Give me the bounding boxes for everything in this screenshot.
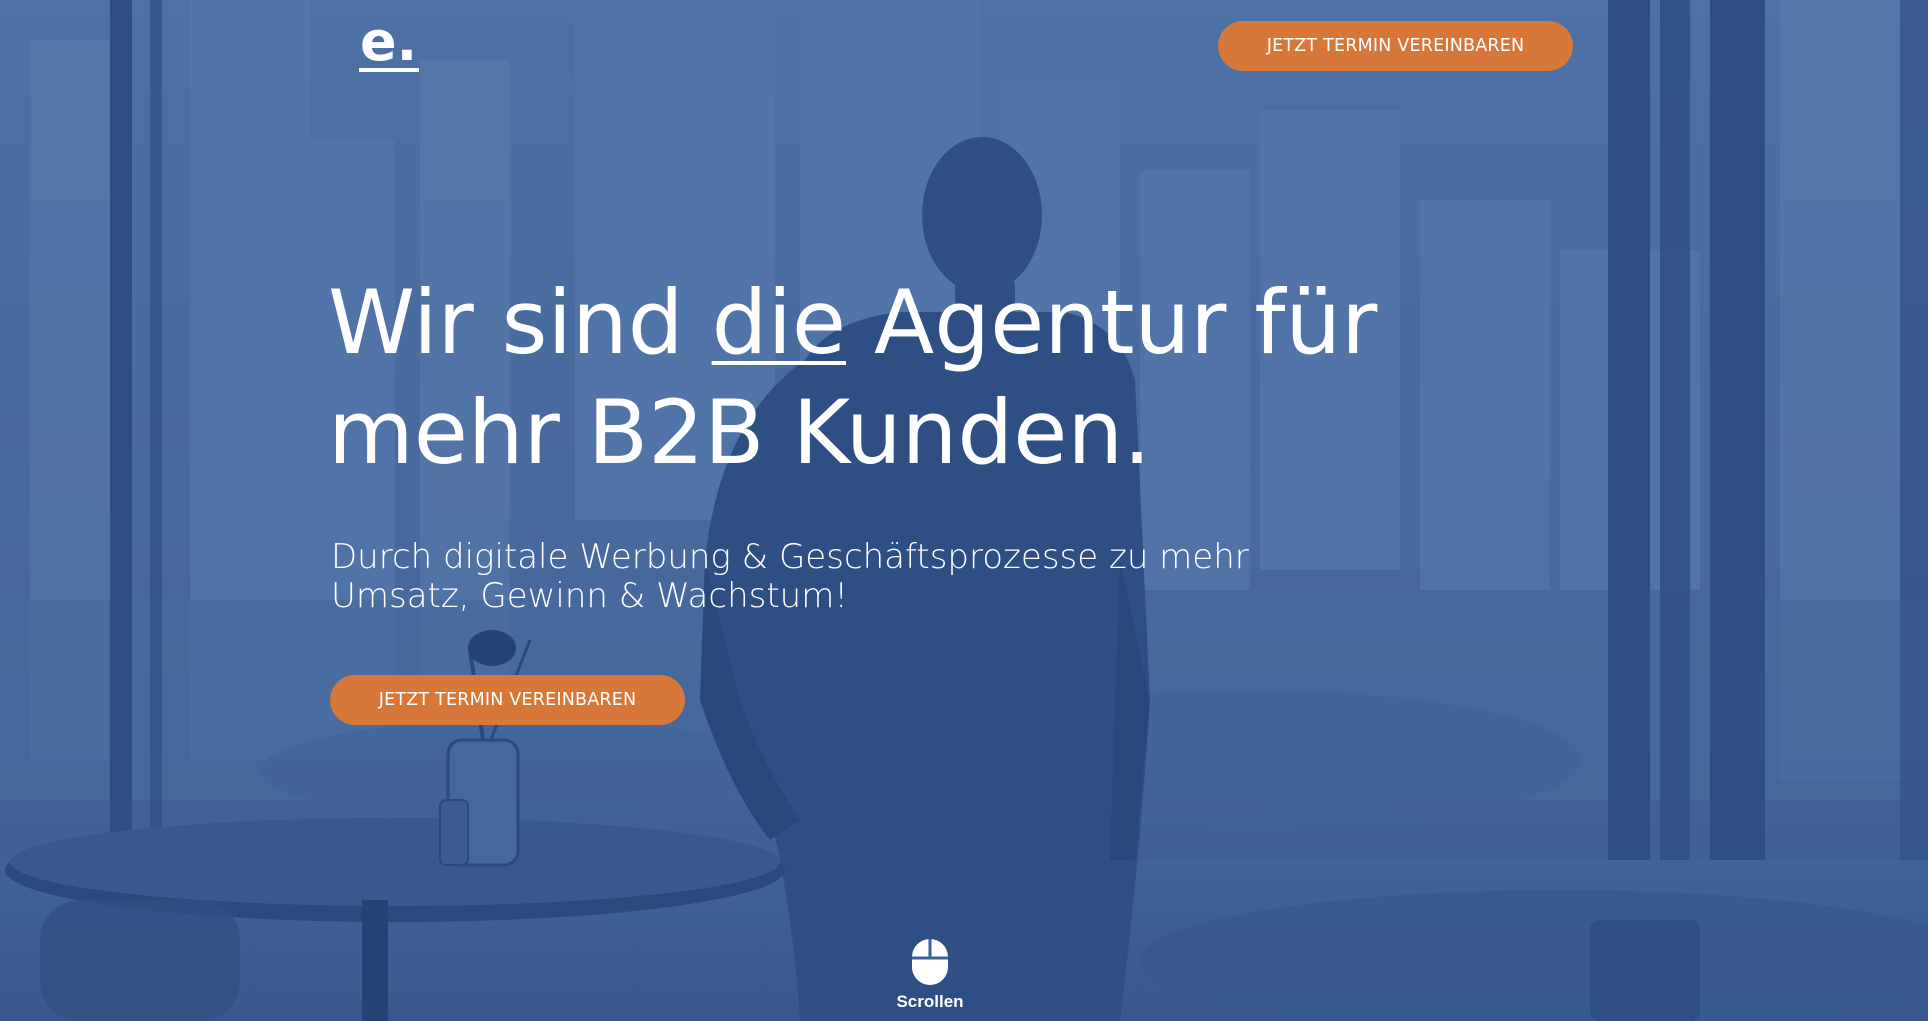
mouse-icon	[912, 939, 948, 985]
scroll-label: Scrollen	[896, 992, 964, 1011]
headline-line-2: mehr B2B Kunden.	[328, 381, 1152, 484]
brand-logo[interactable]: e.	[356, 10, 422, 76]
hero-appointment-button-label: JETZT TERMIN VEREINBAREN	[378, 690, 637, 710]
svg-text:e.: e.	[360, 12, 417, 73]
hero-section: e. JETZT TERMIN VEREINBAREN Wir sind die…	[0, 0, 1928, 1021]
scroll-indicator[interactable]: Scrollen	[884, 938, 976, 1018]
hero-background-image	[0, 0, 1928, 1021]
hero-subline: Durch digitale Werbung & Geschäftsprozes…	[331, 538, 1431, 616]
headline-part-1: Wir sind	[328, 271, 712, 374]
headline-underlined-word: die	[711, 271, 847, 374]
hero-appointment-button[interactable]: JETZT TERMIN VEREINBAREN	[330, 675, 685, 725]
hero-headline: Wir sind die Agentur für mehr B2B Kunden…	[328, 268, 1377, 488]
subline-line-2: Umsatz, Gewinn & Wachstum!	[331, 576, 848, 616]
header-appointment-button[interactable]: JETZT TERMIN VEREINBAREN	[1218, 21, 1573, 71]
brand-logo-mark: e.	[359, 10, 419, 73]
header-appointment-button-label: JETZT TERMIN VEREINBAREN	[1266, 36, 1525, 56]
subline-line-1: Durch digitale Werbung & Geschäftsprozes…	[331, 537, 1249, 577]
headline-part-2: Agentur für	[846, 271, 1378, 374]
